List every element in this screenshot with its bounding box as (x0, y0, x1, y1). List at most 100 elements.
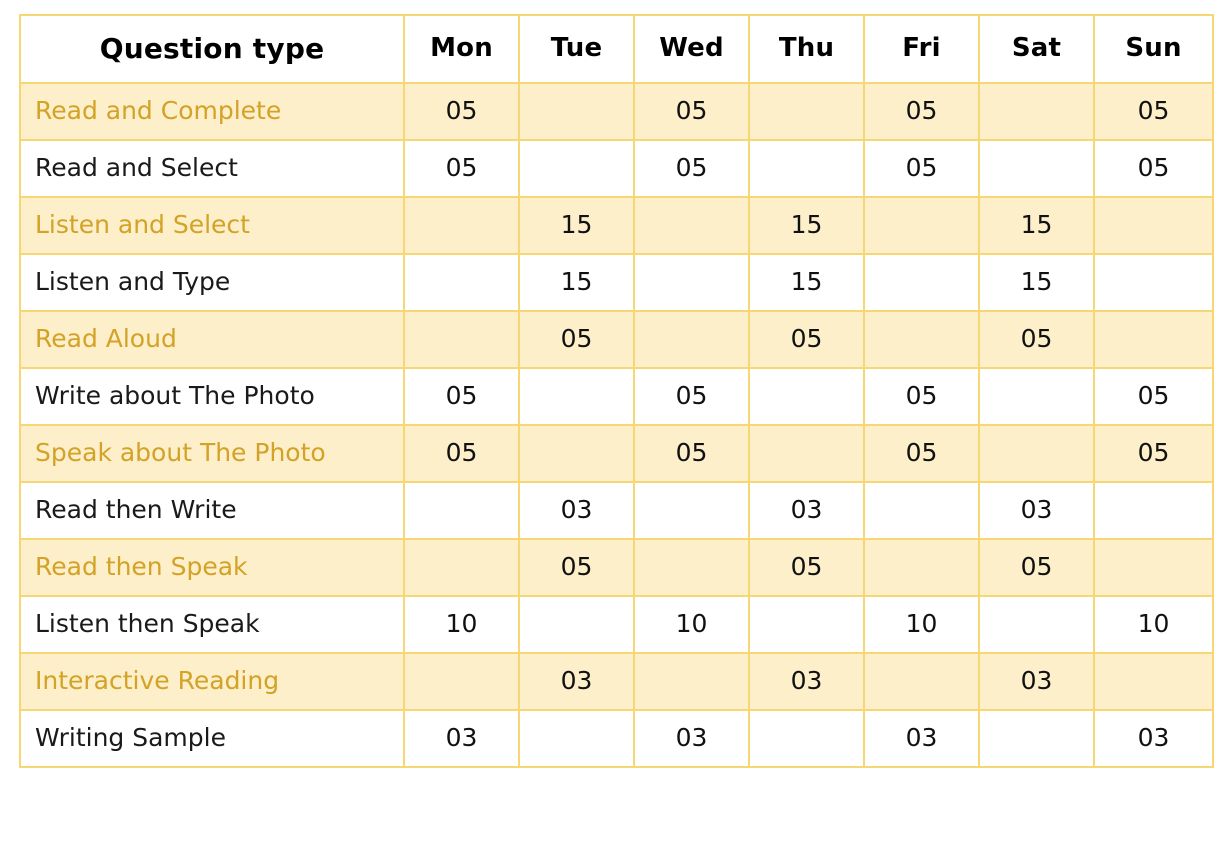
day-value-cell: 10 (863, 595, 980, 654)
day-value-cell (748, 595, 865, 654)
day-value-cell (403, 253, 520, 312)
table-row: Interactive Reading 03 03 03 (19, 652, 1214, 711)
day-value-cell: 05 (633, 367, 750, 426)
day-value-cell (403, 652, 520, 711)
day-value-cell (748, 367, 865, 426)
day-value-cell: 05 (403, 424, 520, 483)
day-value-cell (978, 424, 1095, 483)
day-value-cell: 05 (403, 139, 520, 198)
day-value-cell (978, 139, 1095, 198)
day-value-cell (1093, 310, 1214, 369)
table-header: Question type Mon Tue Wed Thu Fri Sat Su… (19, 14, 1214, 84)
question-type-cell: Writing Sample (19, 709, 405, 768)
day-value-cell (403, 196, 520, 255)
table-row: Listen and Select 15 15 15 (19, 196, 1214, 255)
day-value-cell: 03 (748, 481, 865, 540)
day-value-cell: 05 (1093, 82, 1214, 141)
day-value-cell: 03 (633, 709, 750, 768)
day-value-cell: 05 (748, 538, 865, 597)
day-value-cell: 03 (978, 481, 1095, 540)
day-value-cell (633, 481, 750, 540)
day-value-cell (403, 538, 520, 597)
question-type-cell: Read Aloud (19, 310, 405, 369)
day-value-cell (1093, 538, 1214, 597)
day-value-cell: 05 (978, 538, 1095, 597)
day-value-cell (518, 709, 635, 768)
day-value-cell: 05 (1093, 367, 1214, 426)
question-type-cell: Read then Speak (19, 538, 405, 597)
day-value-cell (1093, 481, 1214, 540)
question-type-cell: Read then Write (19, 481, 405, 540)
table-row: Read and Select 05 05 05 05 (19, 139, 1214, 198)
table-row: Read then Speak 05 05 05 (19, 538, 1214, 597)
day-value-cell (978, 595, 1095, 654)
day-value-cell (518, 82, 635, 141)
day-value-cell (403, 481, 520, 540)
column-header-sun: Sun (1093, 14, 1214, 84)
table-row: Read then Write 03 03 03 (19, 481, 1214, 540)
day-value-cell (633, 538, 750, 597)
table-row: Speak about The Photo 05 05 05 05 (19, 424, 1214, 483)
day-value-cell (518, 595, 635, 654)
day-value-cell: 05 (748, 310, 865, 369)
day-value-cell (863, 310, 980, 369)
question-type-cell: Read and Complete (19, 82, 405, 141)
day-value-cell: 05 (633, 424, 750, 483)
day-value-cell: 03 (748, 652, 865, 711)
day-value-cell: 03 (518, 652, 635, 711)
day-value-cell: 05 (863, 82, 980, 141)
schedule-table-container: Question type Mon Tue Wed Thu Fri Sat Su… (19, 14, 1214, 768)
table-row: Writing Sample 03 03 03 03 (19, 709, 1214, 768)
day-value-cell (748, 709, 865, 768)
day-value-cell: 03 (863, 709, 980, 768)
day-value-cell (633, 253, 750, 312)
day-value-cell: 15 (518, 253, 635, 312)
day-value-cell: 03 (1093, 709, 1214, 768)
question-type-cell: Listen and Select (19, 196, 405, 255)
question-type-cell: Interactive Reading (19, 652, 405, 711)
day-value-cell (518, 139, 635, 198)
day-value-cell: 05 (863, 139, 980, 198)
day-value-cell: 05 (1093, 139, 1214, 198)
question-type-cell: Speak about The Photo (19, 424, 405, 483)
day-value-cell (748, 82, 865, 141)
day-value-cell (748, 139, 865, 198)
header-row: Question type Mon Tue Wed Thu Fri Sat Su… (19, 14, 1214, 84)
day-value-cell: 15 (978, 253, 1095, 312)
day-value-cell (518, 367, 635, 426)
day-value-cell: 05 (403, 367, 520, 426)
day-value-cell (1093, 253, 1214, 312)
column-header-sat: Sat (978, 14, 1095, 84)
day-value-cell (863, 538, 980, 597)
day-value-cell: 05 (518, 538, 635, 597)
day-value-cell (863, 253, 980, 312)
question-type-cell: Listen and Type (19, 253, 405, 312)
day-value-cell (633, 310, 750, 369)
table-row: Read Aloud 05 05 05 (19, 310, 1214, 369)
table-body: Read and Complete 05 05 05 05 Read and Select… (19, 82, 1214, 768)
day-value-cell: 10 (403, 595, 520, 654)
table-row: Write about The Photo 05 05 05 05 (19, 367, 1214, 426)
day-value-cell: 05 (863, 367, 980, 426)
day-value-cell: 05 (863, 424, 980, 483)
question-type-cell: Read and Select (19, 139, 405, 198)
day-value-cell (748, 424, 865, 483)
day-value-cell: 15 (518, 196, 635, 255)
day-value-cell: 15 (748, 196, 865, 255)
day-value-cell: 15 (978, 196, 1095, 255)
day-value-cell: 05 (633, 139, 750, 198)
column-header-fri: Fri (863, 14, 980, 84)
day-value-cell: 03 (978, 652, 1095, 711)
day-value-cell (978, 367, 1095, 426)
day-value-cell: 03 (403, 709, 520, 768)
day-value-cell: 05 (1093, 424, 1214, 483)
column-header-tue: Tue (518, 14, 635, 84)
day-value-cell: 03 (518, 481, 635, 540)
day-value-cell: 15 (748, 253, 865, 312)
day-value-cell (1093, 196, 1214, 255)
table-row: Listen and Type 15 15 15 (19, 253, 1214, 312)
day-value-cell: 05 (403, 82, 520, 141)
day-value-cell (863, 652, 980, 711)
day-value-cell: 10 (1093, 595, 1214, 654)
question-type-cell: Listen then Speak (19, 595, 405, 654)
